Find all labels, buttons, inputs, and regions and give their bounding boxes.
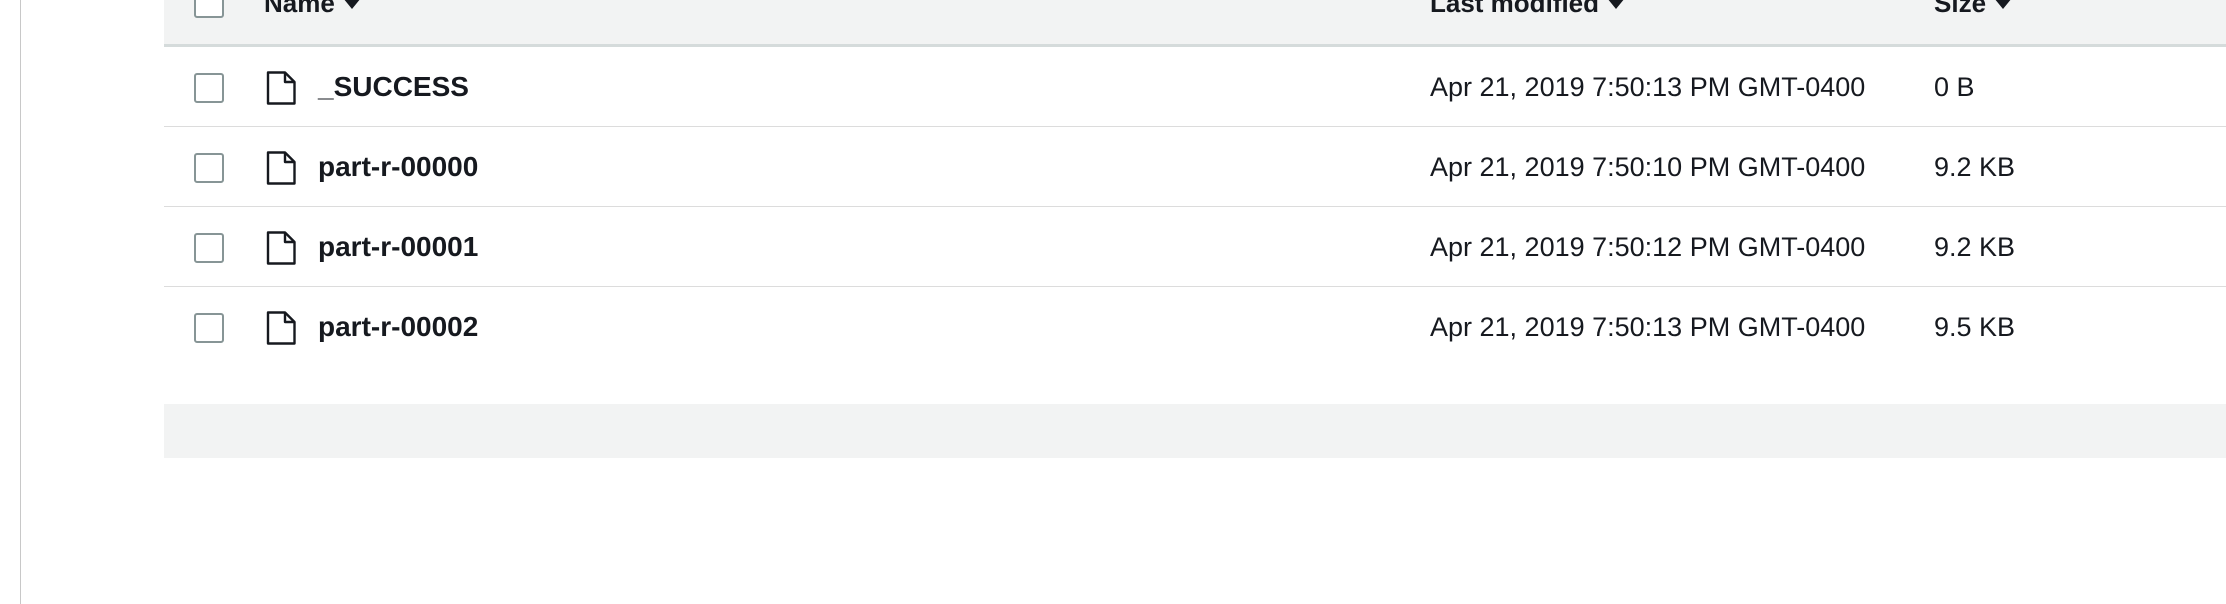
- sort-caret-icon: [1994, 0, 2013, 9]
- file-icon: [266, 231, 296, 265]
- file-icon: [266, 71, 296, 105]
- select-all-checkbox[interactable]: [194, 0, 224, 18]
- last-modified-cell: Apr 21, 2019 7:50:13 PM GMT-0400: [1430, 312, 1866, 342]
- row-checkbox[interactable]: [194, 313, 224, 343]
- size-cell: 9.2 KB: [1934, 152, 2016, 182]
- table-row[interactable]: _SUCCESS Apr 21, 2019 7:50:13 PM GMT-040…: [164, 47, 2226, 127]
- size-cell: 0 B: [1934, 72, 1975, 102]
- table-row[interactable]: part-r-00000 Apr 21, 2019 7:50:10 PM GMT…: [164, 127, 2226, 207]
- table-header: Name Last modified Size: [164, 0, 2226, 47]
- column-header-name[interactable]: Name: [264, 0, 361, 19]
- size-cell: 9.2 KB: [1934, 232, 2016, 262]
- sort-caret-icon: [1607, 0, 1626, 9]
- left-panel-border: [20, 0, 21, 604]
- column-header-name-label: Name: [264, 0, 335, 18]
- column-header-last-modified[interactable]: Last modified: [1430, 0, 1626, 19]
- row-checkbox[interactable]: [194, 153, 224, 183]
- file-name-link[interactable]: _SUCCESS: [318, 71, 469, 103]
- sort-caret-icon: [342, 0, 361, 9]
- column-header-last-modified-label: Last modified: [1430, 0, 1600, 18]
- file-icon: [266, 151, 296, 185]
- table-row[interactable]: part-r-00002 Apr 21, 2019 7:50:13 PM GMT…: [164, 287, 2226, 366]
- table-footer: [164, 404, 2226, 458]
- file-name-link[interactable]: part-r-00002: [318, 311, 478, 343]
- last-modified-cell: Apr 21, 2019 7:50:13 PM GMT-0400: [1430, 72, 1866, 102]
- file-name-link[interactable]: part-r-00001: [318, 231, 478, 263]
- table-row[interactable]: part-r-00001 Apr 21, 2019 7:50:12 PM GMT…: [164, 207, 2226, 287]
- size-cell: 9.5 KB: [1934, 312, 2016, 342]
- last-modified-cell: Apr 21, 2019 7:50:10 PM GMT-0400: [1430, 152, 1866, 182]
- column-header-size[interactable]: Size: [1934, 0, 2013, 19]
- objects-table: Name Last modified Size _SUCCESS Apr 21,…: [164, 0, 2226, 366]
- column-header-size-label: Size: [1934, 0, 1987, 18]
- file-name-link[interactable]: part-r-00000: [318, 151, 478, 183]
- file-icon: [266, 311, 296, 345]
- last-modified-cell: Apr 21, 2019 7:50:12 PM GMT-0400: [1430, 232, 1866, 262]
- row-checkbox[interactable]: [194, 73, 224, 103]
- row-checkbox[interactable]: [194, 233, 224, 263]
